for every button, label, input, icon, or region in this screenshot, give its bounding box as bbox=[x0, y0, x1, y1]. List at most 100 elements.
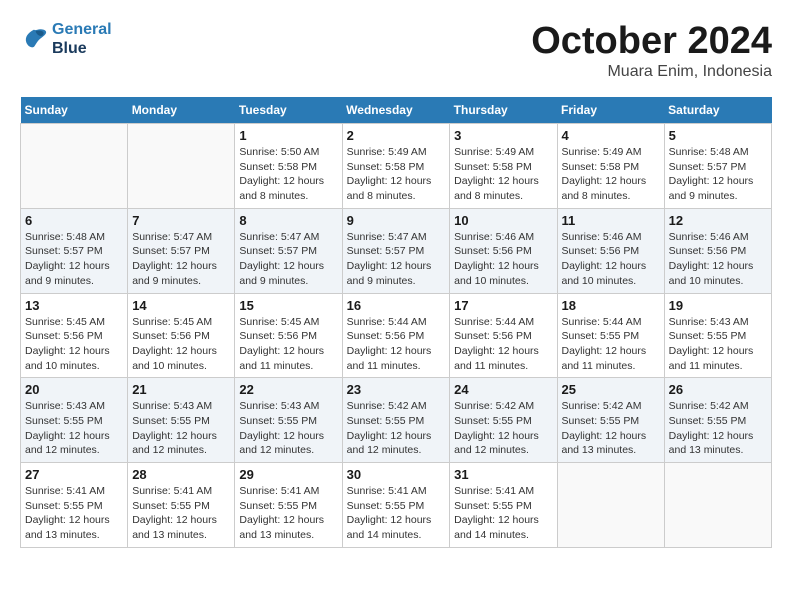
day-info: Sunrise: 5:42 AM Sunset: 5:55 PM Dayligh… bbox=[562, 399, 660, 458]
day-info: Sunrise: 5:43 AM Sunset: 5:55 PM Dayligh… bbox=[669, 315, 767, 374]
day-info: Sunrise: 5:42 AM Sunset: 5:55 PM Dayligh… bbox=[347, 399, 446, 458]
day-number: 7 bbox=[132, 213, 230, 228]
calendar-cell bbox=[128, 124, 235, 209]
day-number: 4 bbox=[562, 128, 660, 143]
day-number: 31 bbox=[454, 467, 552, 482]
calendar-cell: 10 Sunrise: 5:46 AM Sunset: 5:56 PM Dayli… bbox=[450, 208, 557, 293]
weekday-header: Monday bbox=[128, 97, 235, 124]
logo-icon bbox=[20, 25, 48, 53]
day-number: 27 bbox=[25, 467, 123, 482]
day-number: 10 bbox=[454, 213, 552, 228]
day-info: Sunrise: 5:47 AM Sunset: 5:57 PM Dayligh… bbox=[132, 230, 230, 289]
calendar-header-row: SundayMondayTuesdayWednesdayThursdayFrid… bbox=[21, 97, 772, 124]
day-number: 22 bbox=[239, 382, 337, 397]
calendar-cell: 26 Sunrise: 5:42 AM Sunset: 5:55 PM Dayli… bbox=[664, 378, 771, 463]
calendar-cell bbox=[664, 463, 771, 548]
calendar-week-row: 6 Sunrise: 5:48 AM Sunset: 5:57 PM Daylig… bbox=[21, 208, 772, 293]
calendar-week-row: 13Sunrise: 5:45 AM Sunset: 5:56 PM Dayli… bbox=[21, 293, 772, 378]
day-info: Sunrise: 5:43 AM Sunset: 5:55 PM Dayligh… bbox=[239, 399, 337, 458]
calendar-cell: 9 Sunrise: 5:47 AM Sunset: 5:57 PM Daylig… bbox=[342, 208, 450, 293]
calendar-cell: 25 Sunrise: 5:42 AM Sunset: 5:55 PM Dayli… bbox=[557, 378, 664, 463]
calendar-cell bbox=[557, 463, 664, 548]
day-number: 19 bbox=[669, 298, 767, 313]
day-number: 30 bbox=[347, 467, 446, 482]
calendar-cell: 18 Sunrise: 5:44 AM Sunset: 5:55 PM Dayli… bbox=[557, 293, 664, 378]
day-number: 5 bbox=[669, 128, 767, 143]
calendar-cell: 22 Sunrise: 5:43 AM Sunset: 5:55 PM Dayli… bbox=[235, 378, 342, 463]
day-info: Sunrise: 5:45 AM Sunset: 5:56 PM Dayligh… bbox=[25, 315, 123, 374]
calendar-cell: 12Sunrise: 5:46 AM Sunset: 5:56 PM Dayli… bbox=[664, 208, 771, 293]
weekday-header: Wednesday bbox=[342, 97, 450, 124]
calendar-week-row: 27 Sunrise: 5:41 AM Sunset: 5:55 PM Dayli… bbox=[21, 463, 772, 548]
calendar-cell: 28 Sunrise: 5:41 AM Sunset: 5:55 PM Dayli… bbox=[128, 463, 235, 548]
calendar-cell: 20Sunrise: 5:43 AM Sunset: 5:55 PM Dayli… bbox=[21, 378, 128, 463]
day-info: Sunrise: 5:48 AM Sunset: 5:57 PM Dayligh… bbox=[25, 230, 123, 289]
day-info: Sunrise: 5:45 AM Sunset: 5:56 PM Dayligh… bbox=[239, 315, 337, 374]
calendar-cell: 2Sunrise: 5:49 AM Sunset: 5:58 PM Daylig… bbox=[342, 124, 450, 209]
weekday-header: Friday bbox=[557, 97, 664, 124]
logo-text: General Blue bbox=[52, 20, 112, 58]
day-number: 8 bbox=[239, 213, 337, 228]
calendar-week-row: 20Sunrise: 5:43 AM Sunset: 5:55 PM Dayli… bbox=[21, 378, 772, 463]
calendar-cell: 17Sunrise: 5:44 AM Sunset: 5:56 PM Dayli… bbox=[450, 293, 557, 378]
calendar-cell: 14 Sunrise: 5:45 AM Sunset: 5:56 PM Dayli… bbox=[128, 293, 235, 378]
day-number: 18 bbox=[562, 298, 660, 313]
day-info: Sunrise: 5:45 AM Sunset: 5:56 PM Dayligh… bbox=[132, 315, 230, 374]
day-number: 1 bbox=[239, 128, 337, 143]
calendar-cell: 21Sunrise: 5:43 AM Sunset: 5:55 PM Dayli… bbox=[128, 378, 235, 463]
day-number: 17 bbox=[454, 298, 552, 313]
day-info: Sunrise: 5:49 AM Sunset: 5:58 PM Dayligh… bbox=[454, 145, 552, 204]
calendar-cell: 13Sunrise: 5:45 AM Sunset: 5:56 PM Dayli… bbox=[21, 293, 128, 378]
day-number: 15 bbox=[239, 298, 337, 313]
calendar-table: SundayMondayTuesdayWednesdayThursdayFrid… bbox=[20, 97, 772, 548]
calendar-week-row: 1 Sunrise: 5:50 AM Sunset: 5:58 PM Daylig… bbox=[21, 124, 772, 209]
calendar-cell bbox=[21, 124, 128, 209]
day-info: Sunrise: 5:42 AM Sunset: 5:55 PM Dayligh… bbox=[454, 399, 552, 458]
day-info: Sunrise: 5:50 AM Sunset: 5:58 PM Dayligh… bbox=[239, 145, 337, 204]
calendar-cell: 23Sunrise: 5:42 AM Sunset: 5:55 PM Dayli… bbox=[342, 378, 450, 463]
day-info: Sunrise: 5:42 AM Sunset: 5:55 PM Dayligh… bbox=[669, 399, 767, 458]
day-number: 3 bbox=[454, 128, 552, 143]
calendar-cell: 31 Sunrise: 5:41 AM Sunset: 5:55 PM Dayli… bbox=[450, 463, 557, 548]
weekday-header: Thursday bbox=[450, 97, 557, 124]
calendar-cell: 27 Sunrise: 5:41 AM Sunset: 5:55 PM Dayli… bbox=[21, 463, 128, 548]
weekday-header: Tuesday bbox=[235, 97, 342, 124]
day-info: Sunrise: 5:43 AM Sunset: 5:55 PM Dayligh… bbox=[25, 399, 123, 458]
day-info: Sunrise: 5:41 AM Sunset: 5:55 PM Dayligh… bbox=[454, 484, 552, 543]
calendar-cell: 29 Sunrise: 5:41 AM Sunset: 5:55 PM Dayli… bbox=[235, 463, 342, 548]
calendar-cell: 16Sunrise: 5:44 AM Sunset: 5:56 PM Dayli… bbox=[342, 293, 450, 378]
calendar-cell: 30Sunrise: 5:41 AM Sunset: 5:55 PM Dayli… bbox=[342, 463, 450, 548]
day-info: Sunrise: 5:44 AM Sunset: 5:55 PM Dayligh… bbox=[562, 315, 660, 374]
day-number: 24 bbox=[454, 382, 552, 397]
day-number: 16 bbox=[347, 298, 446, 313]
logo: General Blue bbox=[20, 20, 112, 58]
calendar-cell: 11 Sunrise: 5:46 AM Sunset: 5:56 PM Dayli… bbox=[557, 208, 664, 293]
day-info: Sunrise: 5:49 AM Sunset: 5:58 PM Dayligh… bbox=[562, 145, 660, 204]
day-info: Sunrise: 5:46 AM Sunset: 5:56 PM Dayligh… bbox=[454, 230, 552, 289]
page-header: General Blue October 2024 Muara Enim, In… bbox=[20, 20, 772, 81]
month-title: October 2024 bbox=[531, 20, 772, 63]
day-info: Sunrise: 5:41 AM Sunset: 5:55 PM Dayligh… bbox=[132, 484, 230, 543]
day-info: Sunrise: 5:48 AM Sunset: 5:57 PM Dayligh… bbox=[669, 145, 767, 204]
day-number: 25 bbox=[562, 382, 660, 397]
day-number: 9 bbox=[347, 213, 446, 228]
calendar-cell: 3 Sunrise: 5:49 AM Sunset: 5:58 PM Daylig… bbox=[450, 124, 557, 209]
day-number: 11 bbox=[562, 213, 660, 228]
day-number: 29 bbox=[239, 467, 337, 482]
day-info: Sunrise: 5:41 AM Sunset: 5:55 PM Dayligh… bbox=[25, 484, 123, 543]
day-number: 12 bbox=[669, 213, 767, 228]
weekday-header: Saturday bbox=[664, 97, 771, 124]
day-number: 6 bbox=[25, 213, 123, 228]
weekday-header: Sunday bbox=[21, 97, 128, 124]
day-number: 26 bbox=[669, 382, 767, 397]
calendar-cell: 1 Sunrise: 5:50 AM Sunset: 5:58 PM Daylig… bbox=[235, 124, 342, 209]
calendar-cell: 4 Sunrise: 5:49 AM Sunset: 5:58 PM Daylig… bbox=[557, 124, 664, 209]
day-number: 14 bbox=[132, 298, 230, 313]
day-info: Sunrise: 5:47 AM Sunset: 5:57 PM Dayligh… bbox=[347, 230, 446, 289]
calendar-cell: 8Sunrise: 5:47 AM Sunset: 5:57 PM Daylig… bbox=[235, 208, 342, 293]
calendar-body: 1 Sunrise: 5:50 AM Sunset: 5:58 PM Daylig… bbox=[21, 124, 772, 548]
day-info: Sunrise: 5:46 AM Sunset: 5:56 PM Dayligh… bbox=[562, 230, 660, 289]
day-number: 28 bbox=[132, 467, 230, 482]
day-info: Sunrise: 5:41 AM Sunset: 5:55 PM Dayligh… bbox=[239, 484, 337, 543]
calendar-cell: 15 Sunrise: 5:45 AM Sunset: 5:56 PM Dayli… bbox=[235, 293, 342, 378]
